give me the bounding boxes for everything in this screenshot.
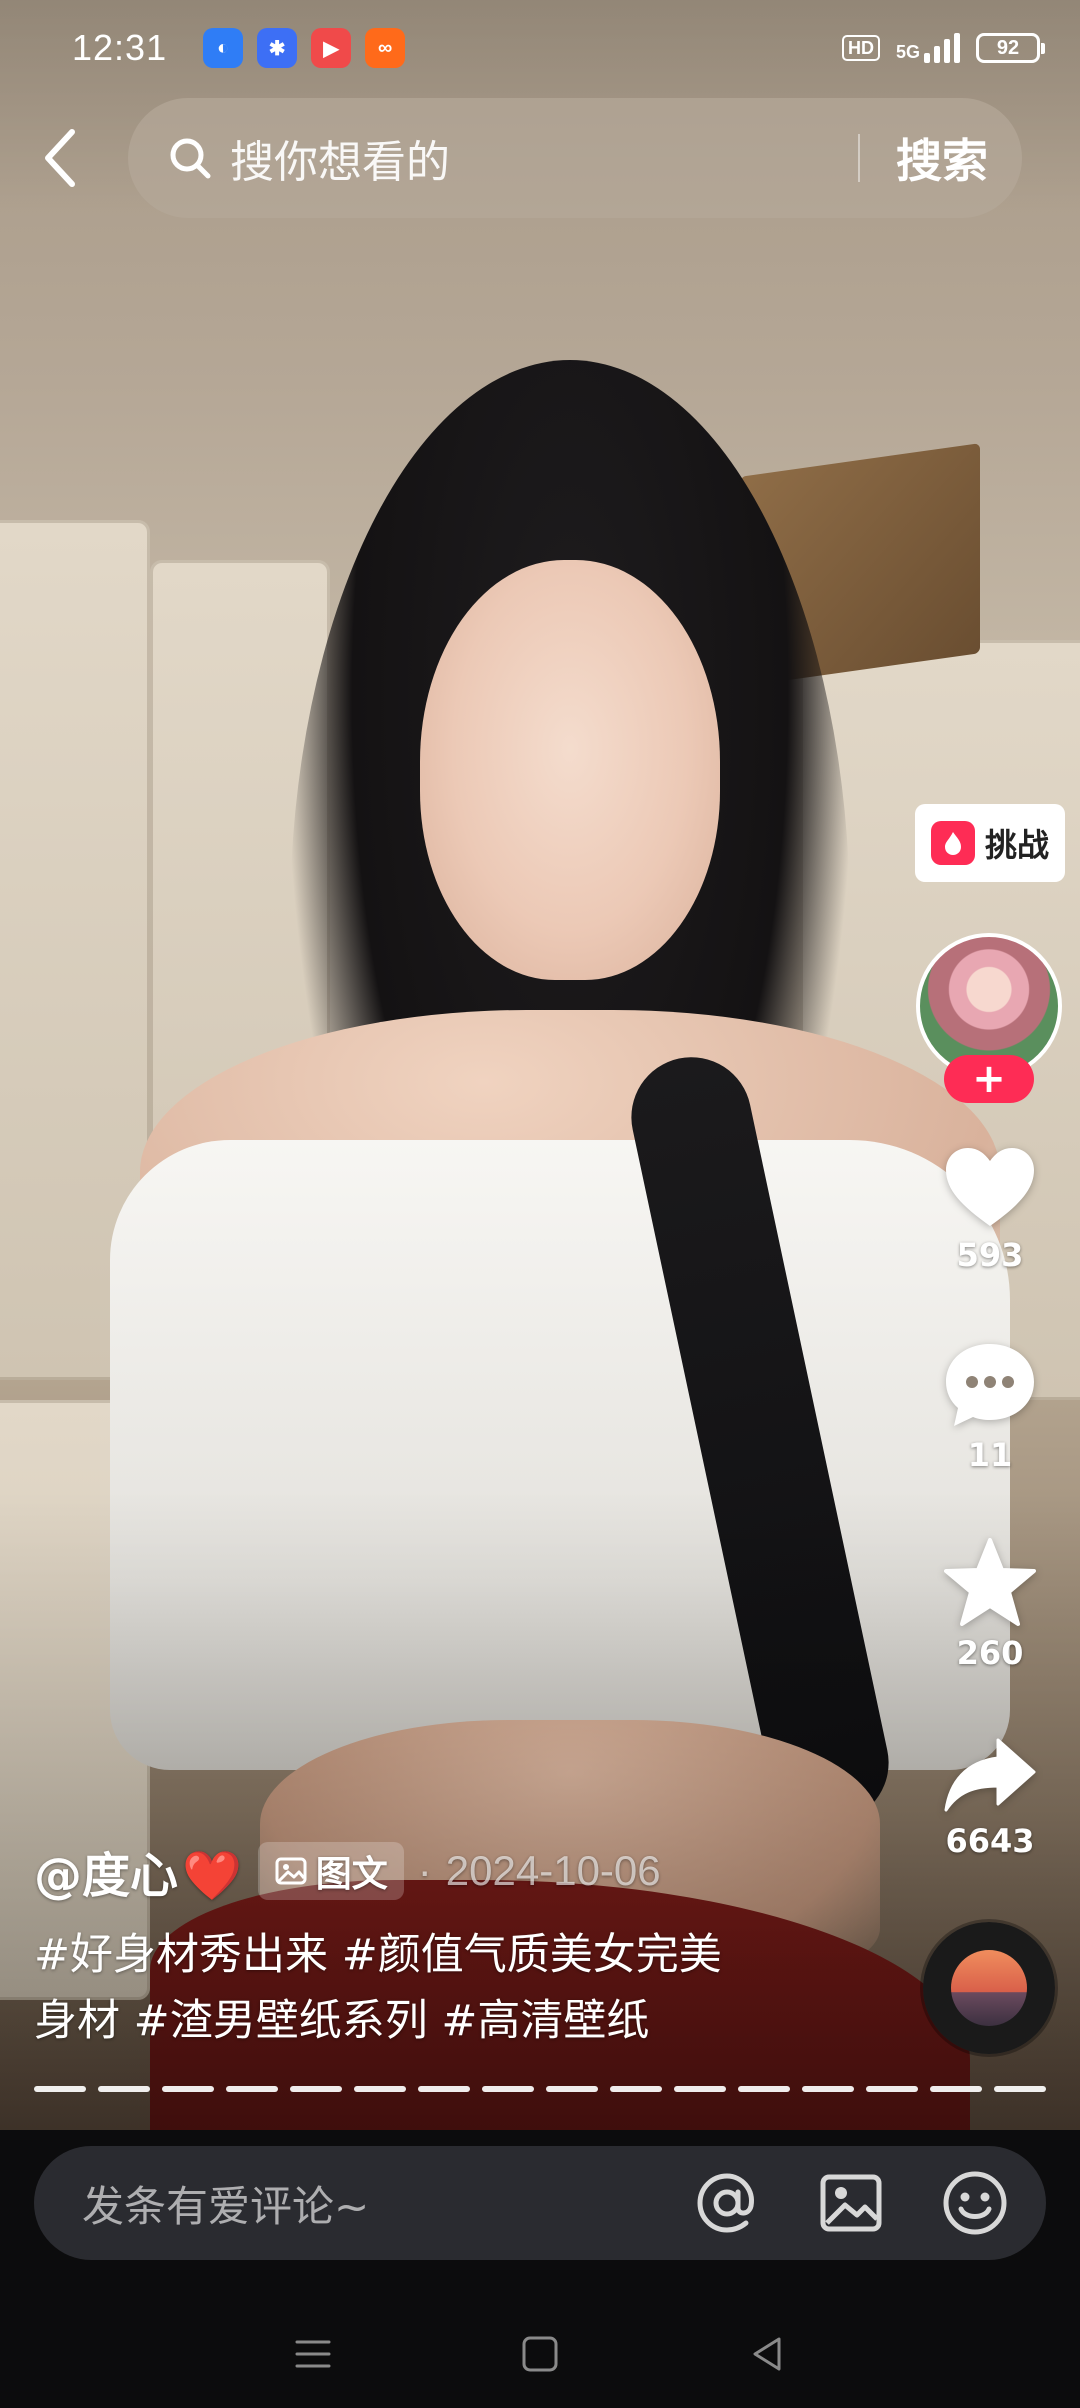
favorite-count: 260 — [956, 1634, 1024, 1672]
system-nav-bar — [0, 2300, 1080, 2408]
like-count: 593 — [956, 1236, 1024, 1274]
pager-dash — [738, 2086, 790, 2092]
home-nav-button[interactable] — [510, 2324, 570, 2384]
signal-icon: 5G — [896, 33, 960, 63]
hamburger-icon — [295, 2340, 331, 2368]
date-separator: · — [417, 1847, 432, 1894]
browser-app-icon: ◐ — [203, 28, 244, 68]
network-type-label: 5G — [895, 42, 920, 62]
pager-dash — [610, 2086, 662, 2092]
kuaishou-app-icon: ∞ — [365, 28, 406, 68]
back-button[interactable] — [30, 118, 90, 198]
author-handle[interactable]: @度心 — [34, 1848, 178, 1904]
back-nav-button[interactable] — [737, 2324, 797, 2384]
square-icon — [522, 2336, 558, 2372]
pager-dash — [930, 2086, 982, 2092]
image-pager-indicator — [34, 2086, 1046, 2092]
status-bar: 12:31 ◐ ✱ ▶ ∞ HD 5G 92 — [0, 0, 1080, 96]
comment-bubble-icon — [946, 1344, 1034, 1426]
comment-button[interactable]: 11 — [920, 1340, 1060, 1474]
pager-dash — [866, 2086, 918, 2092]
share-arrow-icon — [944, 1738, 1036, 1812]
author-name[interactable]: @度心❤️ — [34, 1836, 242, 1906]
plus-icon: + — [972, 1056, 1006, 1102]
chevron-left-icon — [45, 129, 75, 187]
like-button[interactable]: 593 — [920, 1144, 1060, 1274]
pager-dash — [290, 2086, 342, 2092]
pager-dash — [418, 2086, 470, 2092]
pager-dash — [34, 2086, 86, 2092]
image-icon — [820, 2174, 882, 2232]
pager-dash — [354, 2086, 406, 2092]
image-picker-button[interactable] — [816, 2168, 886, 2238]
comment-tools — [692, 2168, 1010, 2238]
signal-bars-icon — [924, 33, 960, 63]
pager-dash — [482, 2086, 534, 2092]
mention-button[interactable] — [692, 2168, 762, 2238]
comment-bar[interactable]: 发条有爱评论~ — [34, 2146, 1046, 2260]
search-input[interactable]: 搜你想看的 — [230, 126, 858, 190]
heart-icon — [946, 1148, 1034, 1226]
challenge-button[interactable]: 挑战 — [915, 804, 1065, 882]
search-bar[interactable]: 搜你想看的 搜索 — [128, 98, 1022, 218]
caption-line[interactable]: 身材 #渣男壁纸系列 #高清壁纸 — [34, 1988, 894, 2054]
at-sign-icon — [697, 2173, 754, 2233]
post-date: · 2024-10-06 — [418, 1847, 661, 1895]
post-type-badge: 图文 — [257, 1842, 404, 1900]
challenge-label: 挑战 — [984, 826, 1049, 864]
search-icon — [170, 138, 211, 179]
status-time: 12:31 — [72, 27, 168, 68]
baidu-app-icon: ✱ — [257, 28, 298, 68]
notification-icons: ◐ ✱ ▶ ∞ — [203, 28, 406, 68]
pager-dash — [162, 2086, 214, 2092]
triangle-back-icon — [753, 2337, 781, 2371]
comment-input[interactable]: 发条有爱评论~ — [82, 2173, 692, 2234]
pager-dash — [546, 2086, 598, 2092]
video-app-icon: ▶ — [311, 28, 352, 68]
author-avatar-group[interactable]: + — [916, 933, 1062, 1103]
emoji-button[interactable] — [940, 2168, 1010, 2238]
smiley-icon — [943, 2171, 1007, 2235]
follow-button[interactable]: + — [944, 1055, 1034, 1103]
image-icon — [275, 1857, 307, 1885]
status-indicators: HD 5G 92 — [841, 33, 1045, 63]
post-date-value: 2024-10-06 — [445, 1847, 661, 1894]
author-row: @度心❤️ 图文 · 2024-10-06 — [34, 1836, 661, 1906]
search-divider — [858, 134, 860, 182]
share-count: 6643 — [945, 1822, 1035, 1860]
pager-dash — [802, 2086, 854, 2092]
menu-nav-button[interactable] — [283, 2324, 343, 2384]
camera-flame-icon — [930, 821, 975, 865]
pager-dash — [226, 2086, 278, 2092]
pager-dash — [674, 2086, 726, 2092]
star-icon — [944, 1538, 1036, 1626]
battery-icon: 92 — [976, 33, 1045, 63]
hd-icon: HD — [841, 35, 880, 61]
favorite-button[interactable]: 260 — [920, 1536, 1060, 1672]
pager-dash — [98, 2086, 150, 2092]
post-caption[interactable]: #好身材秀出来 #颜值气质美女完美 身材 #渣男壁纸系列 #高清壁纸 — [34, 1922, 894, 2054]
comment-count: 11 — [967, 1436, 1013, 1474]
caption-line[interactable]: #好身材秀出来 #颜值气质美女完美 — [34, 1922, 894, 1988]
pager-dash — [994, 2086, 1046, 2092]
post-type-label: 图文 — [315, 1854, 388, 1895]
search-button[interactable]: 搜索 — [896, 125, 988, 191]
share-button[interactable]: 6643 — [920, 1736, 1060, 1860]
author-heart-emoji: ❤️ — [182, 1848, 242, 1904]
music-disc[interactable] — [923, 1922, 1055, 2054]
